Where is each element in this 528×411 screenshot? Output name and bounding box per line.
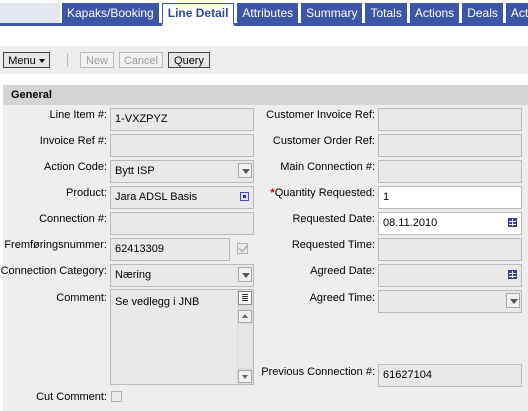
calendar-icon[interactable] bbox=[508, 218, 517, 227]
scroll-track[interactable] bbox=[238, 324, 252, 368]
tab-deals[interactable]: Deals bbox=[462, 3, 503, 26]
requested-date-value: 08.11.2010 bbox=[383, 217, 438, 229]
chevron-down-icon[interactable] bbox=[506, 293, 520, 308]
invoice-ref-field[interactable] bbox=[110, 134, 254, 157]
action-code-field[interactable]: Bytt ISP bbox=[110, 160, 254, 183]
tab-line-detail[interactable]: Line Detail bbox=[161, 3, 235, 26]
product-field[interactable]: Jara ADSL Basis bbox=[110, 186, 254, 209]
requested-date-label: Requested Date: bbox=[292, 213, 375, 225]
previous-connection-field[interactable]: 61627104 bbox=[378, 364, 522, 387]
cut-comment-label: Cut Comment: bbox=[36, 391, 107, 403]
cancel-button[interactable]: Cancel bbox=[119, 52, 163, 68]
chevron-down-icon[interactable] bbox=[238, 267, 252, 282]
new-button[interactable]: New bbox=[80, 52, 114, 68]
chevron-down-icon[interactable] bbox=[238, 163, 252, 178]
connection-category-value: Næring bbox=[115, 269, 152, 281]
product-label: Product: bbox=[66, 187, 107, 199]
line-item-field[interactable]: 1-VXZPYZ bbox=[110, 108, 254, 131]
chevron-down-icon bbox=[38, 59, 45, 64]
section-header: General bbox=[3, 84, 528, 105]
scroll-up-icon[interactable] bbox=[238, 310, 252, 323]
pick-applet-icon[interactable] bbox=[240, 192, 249, 201]
comment-label: Comment: bbox=[56, 292, 107, 304]
fremforingsnummer-label: Fremføringsnummer: bbox=[4, 239, 107, 251]
customer-invoice-ref-label: Customer Invoice Ref: bbox=[266, 109, 375, 121]
query-button[interactable]: Query bbox=[168, 52, 210, 68]
menu-button[interactable]: Menu bbox=[3, 52, 50, 68]
cut-comment-checkbox[interactable] bbox=[111, 391, 122, 402]
fremforingsnummer-value: 62413309 bbox=[115, 243, 164, 255]
requested-time-label: Requested Time: bbox=[291, 239, 375, 251]
tab-bar-left-stub bbox=[0, 3, 60, 23]
quantity-requested-field[interactable]: 1 bbox=[378, 186, 522, 209]
tab-list: Kapaks/Booking Line Detail Attributes Su… bbox=[62, 3, 528, 26]
tab-activities[interactable]: Activit bbox=[505, 3, 528, 26]
agreed-time-label: Agreed Time: bbox=[309, 292, 375, 304]
tab-totals[interactable]: Totals bbox=[365, 3, 407, 26]
comment-value: Se vedlegg i JNB bbox=[115, 296, 200, 308]
agreed-date-field[interactable] bbox=[378, 264, 522, 287]
tab-attributes[interactable]: Attributes bbox=[237, 3, 299, 26]
fremforingsnummer-checkbox[interactable] bbox=[237, 242, 249, 254]
quantity-requested-value: 1 bbox=[383, 191, 390, 203]
line-item-value: 1-VXZPYZ bbox=[115, 113, 168, 125]
invoice-ref-label: Invoice Ref #: bbox=[39, 135, 107, 147]
menu-button-label: Menu bbox=[8, 55, 36, 67]
previous-connection-label: Previous Connection #: bbox=[261, 366, 375, 378]
main-connection-field[interactable] bbox=[378, 160, 522, 183]
tab-summary[interactable]: Summary bbox=[301, 3, 363, 26]
tab-actions[interactable]: Actions bbox=[409, 3, 460, 26]
tab-bar: Kapaks/Booking Line Detail Attributes Su… bbox=[0, 0, 528, 26]
action-code-value: Bytt ISP bbox=[115, 165, 155, 177]
requested-date-field[interactable]: 08.11.2010 bbox=[378, 212, 522, 235]
line-item-label: Line Item #: bbox=[49, 109, 107, 121]
customer-order-ref-label: Customer Order Ref: bbox=[272, 135, 375, 147]
toolbar-separator bbox=[67, 53, 68, 67]
checkmark-icon bbox=[237, 242, 249, 253]
agreed-time-field[interactable] bbox=[378, 290, 522, 313]
comment-scrollbar[interactable] bbox=[237, 290, 253, 384]
connection-category-label: Connection Category: bbox=[0, 265, 107, 277]
scroll-down-icon[interactable] bbox=[238, 370, 252, 383]
quantity-requested-label-text: Quantity Requested: bbox=[274, 187, 375, 199]
connection-field[interactable] bbox=[110, 212, 254, 235]
action-code-label: Action Code: bbox=[44, 161, 107, 173]
connection-category-field[interactable]: Næring bbox=[110, 264, 254, 287]
agreed-date-label: Agreed Date: bbox=[310, 265, 375, 277]
requested-time-field[interactable] bbox=[378, 238, 522, 261]
tab-kapaks-booking[interactable]: Kapaks/Booking bbox=[62, 3, 159, 26]
main-connection-label: Main Connection #: bbox=[280, 161, 375, 173]
comment-textarea[interactable]: Se vedlegg i JNB bbox=[110, 289, 254, 385]
quantity-requested-label: *Quantity Requested: bbox=[270, 187, 375, 199]
connection-label: Connection #: bbox=[39, 213, 107, 225]
customer-order-ref-field[interactable] bbox=[378, 134, 522, 157]
section-title: General bbox=[11, 89, 52, 101]
previous-connection-value: 61627104 bbox=[383, 369, 432, 381]
customer-invoice-ref-field[interactable] bbox=[378, 108, 522, 131]
toolbar: Menu New Cancel Query bbox=[0, 46, 528, 74]
product-value: Jara ADSL Basis bbox=[115, 191, 198, 203]
calendar-icon[interactable] bbox=[508, 270, 517, 279]
fremforingsnummer-field[interactable]: 62413309 bbox=[110, 238, 230, 261]
notes-icon[interactable] bbox=[238, 291, 252, 305]
